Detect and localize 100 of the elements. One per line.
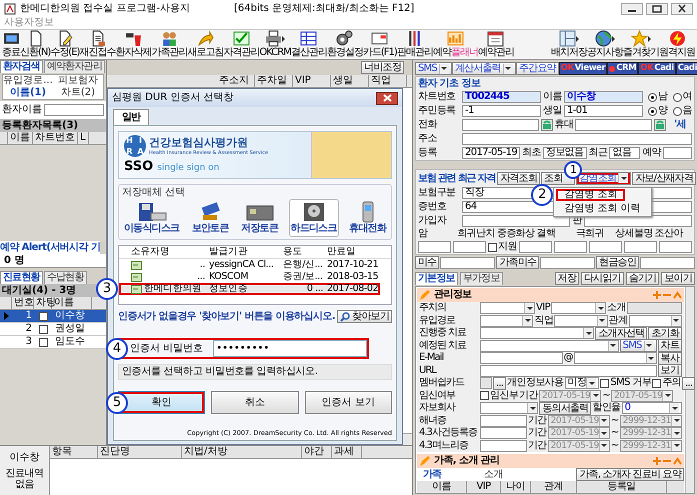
window-title: 한메디한의원 접수실 프로그램-사용지: [20, 2, 190, 14]
column-header: 진단명: [98, 446, 182, 458]
field-label: 가입자: [418, 215, 448, 227]
column-header: 과세: [332, 446, 362, 458]
column-header: 치법/처방: [182, 446, 302, 458]
field-label: 증번호: [418, 201, 448, 213]
column-header: 차팅: [34, 297, 52, 309]
column-header: 야간: [302, 446, 332, 458]
checkbox-label: 임신부: [490, 390, 518, 402]
callout-number: 4: [106, 338, 128, 360]
field-label: 생일: [543, 105, 562, 117]
field-label: 기간: [519, 390, 538, 402]
field-label: ~: [610, 427, 619, 440]
field-label: 4.3며느리증: [419, 440, 470, 452]
field-label: 소개: [607, 302, 626, 314]
column-header: L: [78, 132, 89, 144]
field-label: 주소: [418, 133, 438, 145]
field-label: 중증화상: [496, 228, 535, 240]
field-label: 진행중 치료: [419, 327, 468, 340]
field-label: 전화: [418, 119, 438, 131]
patient-name: 이수창: [10, 452, 40, 464]
field-label: 기간: [528, 440, 547, 452]
column-header: 직업: [369, 75, 407, 87]
table-cell-text: 이수창: [54, 310, 85, 322]
table-cell: ..: [200, 259, 205, 271]
field-label: 자보회사: [419, 402, 456, 414]
column-header: 번호: [12, 297, 34, 309]
table-cell: ...: [197, 271, 205, 283]
radio-label: 남: [658, 91, 668, 103]
field-label: 극희귀: [576, 228, 606, 240]
field-label: 보험구분: [418, 187, 457, 199]
column-header: 주차일: [255, 75, 293, 87]
table-cell-text: 증권/보...: [282, 271, 324, 283]
field-label: 희귀난치: [457, 228, 495, 240]
field-label: VIP: [536, 302, 550, 314]
column-header: 차트번호: [33, 132, 78, 144]
table-cell-text: 0 ...: [306, 283, 324, 295]
group-title: 저장매체 선택: [122, 187, 186, 199]
hint-text: 인증서가 없을경우 '찾아보기' 버튼을 이용하십시오.: [118, 310, 336, 322]
field-label: 개인정보사용: [507, 377, 564, 390]
field-label: 상세불명: [615, 228, 653, 240]
status-text: 인증서를 선택하고 비밀번호를 입력하십시오.: [118, 364, 392, 380]
field-label: 환자이름: [2, 104, 42, 116]
table-cell-text: 2018-03-15: [326, 271, 380, 283]
section-title: 환자 기초 정보: [418, 77, 482, 90]
field-label: 관계: [608, 314, 628, 327]
org-name: 건강보험심사평가원: [149, 136, 249, 150]
table-cell-text: 정보인증: [208, 283, 248, 295]
window-subtitle: [64bits 운영체제:최대화/최소화는 F12]: [234, 2, 414, 14]
field-label: 직업: [534, 314, 554, 327]
column-header: VIP: [293, 75, 331, 87]
field-label: 차트번호: [418, 91, 457, 103]
field-label: 조산아: [654, 228, 684, 240]
field-label: 등록: [418, 147, 438, 159]
checkbox-label: 주의: [662, 377, 682, 390]
field-label: 4.3사건등록증: [419, 427, 478, 440]
column-header: 용도: [282, 246, 304, 258]
column-header: 관계: [531, 481, 577, 493]
table-cell-text: KOSCOM: [208, 271, 250, 283]
field-label: 인증서 비밀번호: [130, 342, 204, 354]
column-header: VIP: [467, 481, 501, 493]
field-label: ~: [602, 390, 610, 402]
list-title: 등록환자목록(3): [0, 119, 106, 132]
dialog-title: 심평원 DUR 인증서 선택창: [112, 92, 234, 104]
table-cell-text: 은행/신...: [282, 259, 324, 271]
field-label: 주민등록: [418, 105, 457, 117]
table-cell-text: 권성일: [54, 323, 85, 335]
radio-label: 양: [658, 105, 668, 117]
field-label: 예정된 치료: [419, 340, 468, 352]
column-header: 발급기관: [208, 246, 248, 258]
field-label: ~: [610, 414, 619, 427]
table-cell-text: 2: [24, 323, 33, 335]
column-header: 이름: [8, 132, 33, 144]
field-label: 임신여부: [419, 390, 456, 402]
field-label: 해녀증: [419, 414, 448, 427]
checkbox-label: SMS 거부: [610, 377, 652, 390]
sso-label: SSO: [124, 159, 154, 175]
field-label: 이름: [543, 91, 562, 103]
field-label: 유입경로: [419, 314, 456, 327]
table-cell-text: 3: [24, 336, 33, 348]
field-label: @: [564, 352, 573, 364]
column-header: 항목: [50, 446, 98, 458]
table-cell: 한메디한의원: [144, 283, 202, 295]
column-header: 주소지: [217, 75, 255, 87]
column-header: 소유자명: [130, 246, 170, 258]
field-label: E-Mail: [419, 352, 444, 364]
field-label: 기간: [528, 427, 547, 440]
radio-label: 음: [682, 105, 692, 117]
section-title: 보험 관련 최근 자격: [418, 172, 496, 184]
history-note: 진료내역 없음: [4, 468, 44, 490]
field-label: 멤버쉽카드: [419, 377, 466, 390]
table-cell-text: 임도수: [54, 336, 85, 348]
field-label: 휴대: [554, 119, 574, 131]
sso-text: single sign on: [157, 163, 220, 174]
table-cell-text: yessignCA Cl...: [208, 259, 275, 271]
column-header: 생일: [331, 75, 369, 87]
column-header: 만료일: [326, 246, 357, 258]
field-label: ~: [610, 440, 619, 452]
alert-title: 예약 Alert(서버시각 기: [0, 241, 100, 254]
field-label: 최초: [522, 147, 541, 159]
